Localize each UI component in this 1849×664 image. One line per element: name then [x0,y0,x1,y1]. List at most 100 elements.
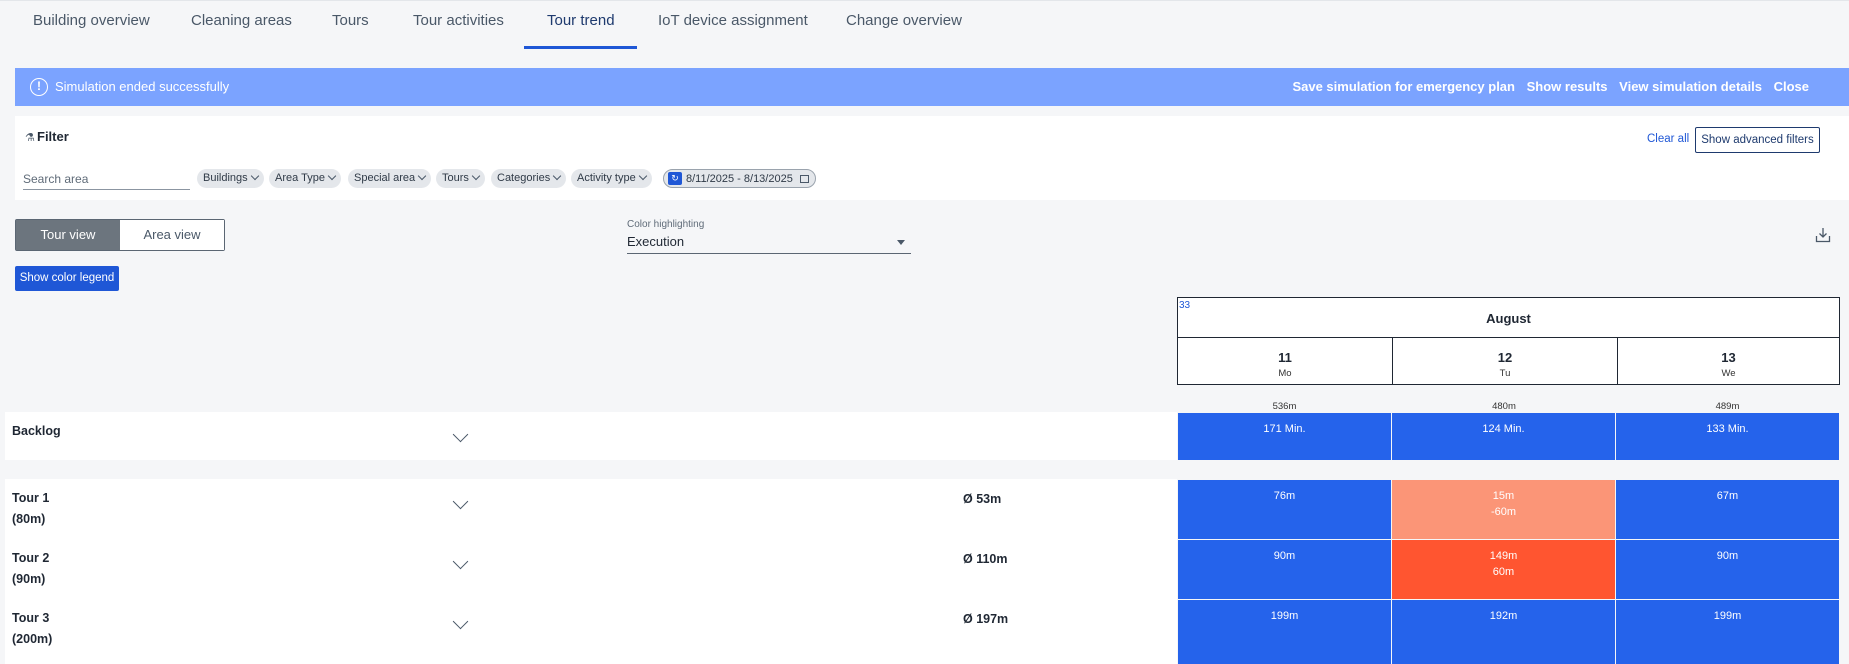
cell-diff: 60m [1492,566,1515,578]
tour-view-button[interactable]: Tour view [16,220,120,250]
filter-chip-area-type[interactable]: Area Type [269,169,341,188]
cell-diff: -60m [1490,506,1517,518]
day-weekday: Tu [1499,368,1511,379]
view-simulation-details-link[interactable]: View simulation details [1619,79,1762,94]
tab-bar: Building overview Cleaning areas Tours T… [0,0,1849,49]
tour-day-cell: 90m [1178,540,1391,599]
tab-change-overview[interactable]: Change overview [846,1,962,49]
tab-cleaning-areas[interactable]: Cleaning areas [191,1,292,49]
tour-day-cell: 199m [1616,600,1839,664]
filter-chip-tours[interactable]: Tours [436,169,485,188]
cell-value: 199m [1713,610,1742,622]
tab-tour-activities[interactable]: Tour activities [413,1,504,49]
chevron-down-icon [638,171,647,181]
backlog-row [5,412,1177,460]
tour-average: Ø 197m [963,612,1009,626]
day-column-13: 13 We [1617,337,1839,384]
save-simulation-link[interactable]: Save simulation for emergency plan [1292,79,1515,94]
show-results-link[interactable]: Show results [1527,79,1608,94]
search-area-input[interactable] [23,168,190,190]
chevron-down-icon [327,171,337,181]
tour-day-cell: 67m [1616,480,1839,539]
tab-building-overview[interactable]: Building overview [33,1,150,49]
chip-label: Categories [497,172,551,184]
tab-tour-trend[interactable]: Tour trend [524,1,636,49]
day-weekday: We [1721,368,1736,379]
cell-value: 67m [1716,490,1739,502]
date-range-chip[interactable]: ↻ 8/11/2025 - 8/13/2025 [663,169,816,188]
cell-value: 90m [1273,550,1296,562]
filter-chip-categories[interactable]: Categories [491,169,567,188]
banner-message: Simulation ended successfully [55,79,230,94]
close-banner-link[interactable]: Close [1774,79,1809,94]
info-icon: ! [30,78,48,96]
chip-label: Activity type [577,172,636,184]
day-number: 13 [1721,350,1736,365]
tour-name: Tour 2 [12,551,50,565]
capacity-label: 536m [1272,401,1297,412]
filter-panel: ⚗ Filter Clear all Show advanced filters … [15,116,1849,200]
chevron-down-icon [471,171,481,181]
filter-chip-buildings[interactable]: Buildings [197,169,264,188]
tour-day-cell: 149m 60m [1392,540,1615,599]
tour-average: Ø 110m [963,552,1008,566]
tour-rows-background [5,479,1177,664]
tour-day-cell: 76m [1178,480,1391,539]
simulation-banner: ! Simulation ended successfully Save sim… [15,68,1849,106]
chevron-down-icon [417,171,427,181]
color-highlighting-value: Execution [627,234,685,249]
tour-target: (90m) [12,572,46,586]
chip-label: Area Type [275,172,325,184]
tour-name: Tour 3 [12,611,50,625]
banner-actions: Save simulation for emergency plan Show … [1284,79,1809,94]
chip-label: Special area [354,172,416,184]
area-view-button[interactable]: Area view [120,220,224,250]
filter-chip-activity-type[interactable]: Activity type [571,169,652,188]
chip-label: Buildings [203,172,248,184]
color-highlighting-label: Color highlighting [627,219,705,230]
refresh-calendar-icon: ↻ [668,172,682,185]
capacity-label: 489m [1715,401,1740,412]
show-color-legend-button[interactable]: Show color legend [15,266,119,291]
tour-target: (80m) [12,512,46,526]
clear-all-link[interactable]: Clear all [1647,133,1689,145]
tour-title: Tour 2 (90m) [12,548,49,590]
tour-target: (200m) [12,632,53,646]
tour-title: Tour 3 (200m) [12,608,52,650]
tab-tours[interactable]: Tours [332,1,369,49]
cell-value: 90m [1716,550,1739,562]
tour-name: Tour 1 [12,491,50,505]
backlog-cell: 133 Min. [1616,413,1839,460]
tour-average: Ø 53m [963,492,1002,506]
date-range-label: 8/11/2025 - 8/13/2025 [686,173,793,185]
cell-value: 199m [1270,610,1299,622]
day-number: 12 [1497,350,1513,365]
color-highlighting-select[interactable]: Execution [627,232,911,254]
cell-value: 192m [1489,610,1518,622]
view-toggle: Tour view Area view [15,219,225,251]
day-weekday: Mo [1278,368,1292,379]
backlog-cell: 171 Min. [1178,413,1391,460]
tour-day-cell: 90m [1616,540,1839,599]
tour-title: Tour 1 (80m) [12,488,49,530]
tour-day-cell: 15m -60m [1392,480,1615,539]
advanced-filters-button[interactable]: Show advanced filters [1695,127,1820,153]
flask-icon: ⚗ [25,132,35,144]
tab-iot-device-assignment[interactable]: IoT device assignment [658,1,808,49]
backlog-title: Backlog [12,424,61,438]
backlog-cell: 124 Min. [1392,413,1615,460]
day-column-11: 11 Mo [1178,337,1392,384]
calendar-icon [799,175,809,183]
chevron-down-icon [250,171,259,181]
tour-day-cell: 192m [1392,600,1615,664]
calendar-header: 33 August 11 Mo 12 Tu 13 We [1177,297,1840,385]
chevron-down-icon [552,171,562,181]
day-number: 11 [1278,350,1292,365]
cell-value: 149m [1489,550,1518,562]
download-icon[interactable] [1815,227,1831,243]
day-column-12: 12 Tu [1392,337,1617,384]
chip-label: Tours [442,172,469,184]
filter-chip-special-area[interactable]: Special area [348,169,432,188]
filter-heading: ⚗ Filter [25,129,69,144]
cell-value: 76m [1273,490,1296,502]
